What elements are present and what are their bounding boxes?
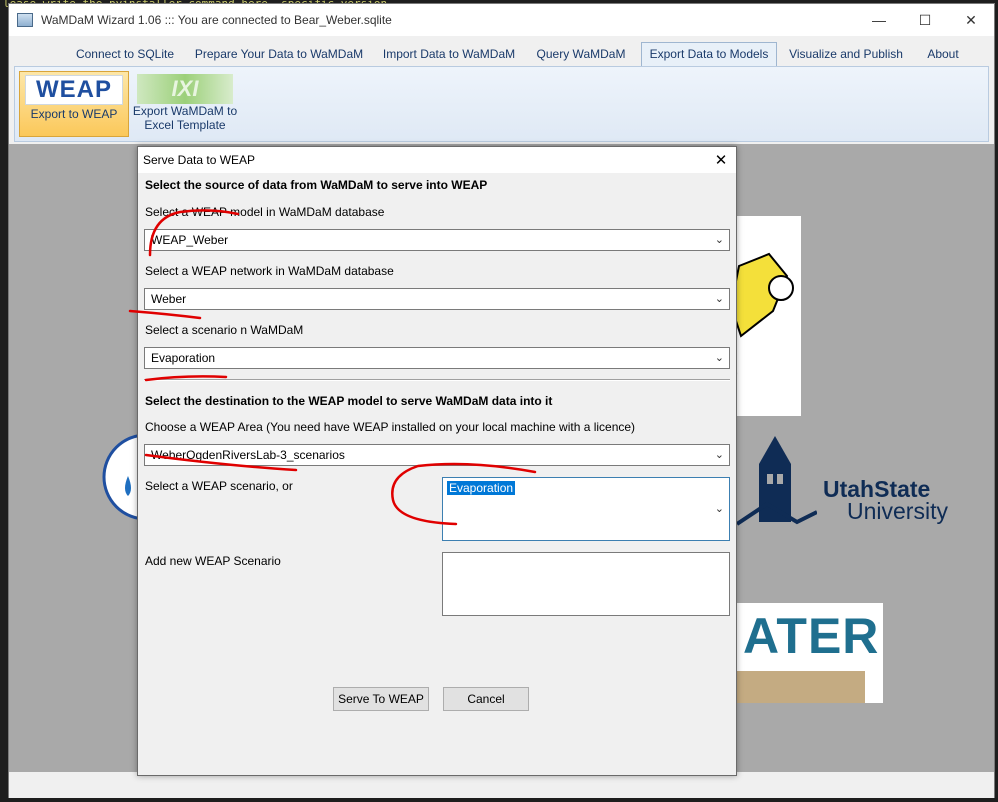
ribbon: WEAP Export to WEAP IXI Export WaMDaM to…	[14, 66, 989, 142]
window-title: WaMDaM Wizard 1.06 ::: You are connected…	[41, 13, 392, 27]
weap-area-select[interactable]: WeberOgdenRiversLab-3_scenarios ⌄	[144, 444, 730, 466]
cancel-button[interactable]: Cancel	[443, 687, 529, 711]
menu-tabs: Connect to SQLite Prepare Your Data to W…	[9, 40, 994, 66]
new-weap-scenario-input[interactable]	[442, 552, 730, 616]
area-label: Choose a WEAP Area (You need have WEAP i…	[145, 420, 636, 434]
weap-logo-icon: WEAP	[25, 75, 123, 105]
weap-model-select[interactable]: WEAP_Weber ⌄	[144, 229, 730, 251]
usu-name-line1: UtahState	[823, 476, 931, 502]
chevron-down-icon: ⌄	[714, 352, 724, 364]
close-button[interactable]: ✕	[948, 4, 994, 36]
export-excel-line1: Export WaMDaM to	[132, 104, 238, 118]
export-to-weap-button[interactable]: WEAP Export to WEAP	[19, 71, 129, 137]
section-separator	[144, 379, 730, 381]
title-bar: WaMDaM Wizard 1.06 ::: You are connected…	[9, 4, 994, 36]
tab-about[interactable]: About	[917, 43, 969, 65]
star-cartoon-icon	[729, 252, 794, 387]
app-icon	[17, 13, 33, 27]
usu-logo: UtahState University	[737, 434, 977, 534]
tab-prepare-data[interactable]: Prepare Your Data to WaMDaM	[187, 43, 371, 65]
wamdam-scenario-value: Evaporation	[151, 351, 216, 365]
weap-model-value: WEAP_Weber	[151, 233, 229, 247]
tab-connect-sqlite[interactable]: Connect to SQLite	[67, 43, 183, 65]
source-heading: Select the source of data from WaMDaM to…	[145, 178, 488, 192]
model-label: Select a WEAP model in WaMDaM database	[145, 205, 385, 219]
tab-query[interactable]: Query WaMDaM	[529, 43, 633, 65]
new-scenario-label: Add new WEAP Scenario	[145, 554, 281, 568]
serve-data-to-weap-dialog: Serve Data to WEAP ✕ Select the source o…	[137, 146, 737, 776]
chevron-down-icon: ⌄	[714, 449, 724, 461]
weap-scenario-select[interactable]: Evaporation ⌄	[442, 477, 730, 541]
water-logo-ground	[733, 671, 865, 703]
excel-logo-icon: IXI	[137, 74, 233, 104]
dialog-title-bar: Serve Data to WEAP ✕	[138, 147, 736, 173]
water-logo: ATER	[733, 603, 883, 703]
chevron-down-icon: ⌄	[714, 293, 724, 305]
excel-logo-text: IXI	[171, 76, 199, 101]
minimize-button[interactable]: —	[856, 4, 902, 36]
wamdam-scenario-select[interactable]: Evaporation ⌄	[144, 347, 730, 369]
export-excel-line2: Excel Template	[144, 118, 226, 132]
tab-export-models[interactable]: Export Data to Models	[641, 42, 777, 66]
export-to-excel-label: Export WaMDaM to Excel Template	[131, 104, 239, 132]
scenario-label: Select a scenario n WaMDaM	[145, 323, 304, 337]
destination-heading: Select the destination to the WEAP model…	[145, 394, 553, 408]
water-logo-text: ATER	[743, 608, 880, 664]
serve-to-weap-button[interactable]: Serve To WEAP	[333, 687, 429, 711]
chevron-down-icon: ⌄	[714, 234, 724, 246]
tab-visualize-publish[interactable]: Visualize and Publish	[783, 43, 909, 65]
weap-logo-text: WEAP	[36, 76, 112, 103]
chevron-down-icon: ⌄	[714, 503, 724, 515]
network-label: Select a WEAP network in WaMDaM database	[145, 264, 394, 278]
usu-building-icon	[737, 436, 817, 526]
export-to-excel-button[interactable]: IXI Export WaMDaM to Excel Template	[131, 71, 239, 137]
dialog-close-button[interactable]: ✕	[706, 151, 736, 169]
export-to-weap-label: Export to WEAP	[30, 107, 118, 121]
weap-scenario-value: Evaporation	[447, 481, 516, 495]
weap-area-value: WeberOgdenRiversLab-3_scenarios	[151, 448, 345, 462]
weap-scenario-label: Select a WEAP scenario, or	[145, 479, 293, 493]
cartoon-logo	[729, 216, 801, 416]
maximize-button[interactable]: ☐	[902, 4, 948, 36]
usu-name-line2: University	[847, 498, 948, 524]
dialog-title: Serve Data to WEAP	[143, 153, 256, 167]
weap-network-select[interactable]: Weber ⌄	[144, 288, 730, 310]
tab-import-data[interactable]: Import Data to WaMDaM	[375, 43, 523, 65]
weap-network-value: Weber	[151, 292, 187, 306]
